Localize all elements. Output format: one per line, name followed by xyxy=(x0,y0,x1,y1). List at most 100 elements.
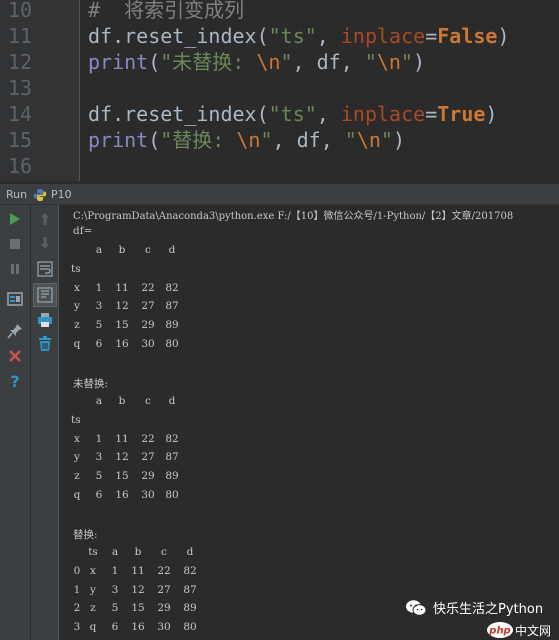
code-token: "ts" xyxy=(268,24,317,48)
table-cell: b xyxy=(134,546,142,558)
table-cell: q xyxy=(73,488,81,501)
table-cell: 27 xyxy=(157,583,171,596)
index-name: ts xyxy=(71,413,81,426)
help-icon[interactable]: ? xyxy=(5,371,25,391)
table-cell: 82 xyxy=(165,432,179,445)
code-token: ) xyxy=(485,102,498,126)
line-number-gutter: 10 11 12 13 14 15 16 xyxy=(0,0,80,181)
table-cell: ts xyxy=(88,546,98,558)
table-cell: 22 xyxy=(157,564,171,577)
table-cell: d xyxy=(168,244,176,256)
table-cell: 29 xyxy=(141,319,155,332)
php-logo-suffix: 中文网 xyxy=(515,623,551,638)
table-cell: 12 xyxy=(115,300,129,313)
pause-icon[interactable] xyxy=(5,259,25,279)
run-label: Run xyxy=(6,188,28,201)
table-cell: 6 xyxy=(95,488,103,501)
table-cell: z xyxy=(74,319,80,332)
run-tool-window-header: Run P10 xyxy=(0,183,559,205)
code-token: " xyxy=(344,128,357,152)
table-cell: 80 xyxy=(165,488,179,501)
table-cell: 22 xyxy=(141,432,155,445)
code-token: "替换: xyxy=(160,128,237,152)
code-token: df.reset_index( xyxy=(88,24,269,48)
table-cell: 30 xyxy=(157,621,171,634)
code-token: ( xyxy=(148,50,161,74)
table-cell: y xyxy=(74,300,80,313)
table-cell: 15 xyxy=(131,602,145,615)
trash-icon[interactable] xyxy=(35,334,55,354)
table-cell: 1 xyxy=(73,583,81,596)
table-cell: b xyxy=(118,244,126,256)
table-cell: 3 xyxy=(95,451,103,464)
table-cell: 12 xyxy=(115,451,129,464)
table-cell: 12 xyxy=(131,583,145,596)
print-icon[interactable] xyxy=(35,310,55,330)
watermark-text: 快乐生活之Python xyxy=(433,602,544,617)
line-number: 16 xyxy=(8,154,33,178)
down-arrow-icon[interactable] xyxy=(35,233,55,253)
table-cell: a xyxy=(95,244,103,256)
code-token: " xyxy=(260,128,273,152)
table-cell: 27 xyxy=(141,300,155,313)
table-cell: d xyxy=(186,546,194,558)
table-cell: 30 xyxy=(141,337,155,350)
code-token: , xyxy=(316,102,341,126)
table-cell: 16 xyxy=(115,337,129,350)
run-config-name[interactable]: P10 xyxy=(51,188,72,201)
code-line[interactable]: print("替换: \n", df, "\n") xyxy=(88,127,405,153)
table-cell: 6 xyxy=(111,621,119,634)
code-token: ) xyxy=(392,128,406,152)
console-output[interactable]: C:\ProgramData\Anaconda3\python.exe F:/【… xyxy=(60,205,559,640)
table-cell: 15 xyxy=(115,319,129,332)
code-token: , df, xyxy=(272,128,345,152)
up-arrow-icon[interactable] xyxy=(35,209,55,229)
dump-threads-icon[interactable] xyxy=(5,289,25,309)
table-cell: 82 xyxy=(183,564,197,577)
table-cell: 1 xyxy=(111,564,119,577)
table-cell: 89 xyxy=(183,602,197,615)
code-token: inplace xyxy=(340,102,426,126)
code-token: " xyxy=(280,50,293,74)
table-cell: x xyxy=(90,564,96,577)
command-line: C:\ProgramData\Anaconda3\python.exe F:/【… xyxy=(73,211,514,222)
code-line[interactable]: print("未替换: \n", df, "\n") xyxy=(88,49,425,75)
code-token: = xyxy=(425,24,438,48)
table-cell: 16 xyxy=(115,488,129,501)
scroll-to-end-icon[interactable] xyxy=(33,283,57,307)
code-token: inplace xyxy=(340,24,426,48)
soft-wrap-icon[interactable] xyxy=(35,259,55,279)
pin-icon[interactable] xyxy=(5,321,25,341)
code-token: \n xyxy=(356,128,381,152)
run-icon[interactable] xyxy=(5,209,25,229)
stop-icon[interactable] xyxy=(5,234,25,254)
table-cell: 22 xyxy=(141,281,155,294)
code-token: True xyxy=(437,102,486,126)
table-cell: 80 xyxy=(165,337,179,350)
code-token: = xyxy=(425,102,438,126)
python-icon xyxy=(33,189,47,201)
table-cell: 16 xyxy=(131,621,145,634)
table-cell: 89 xyxy=(165,319,179,332)
code-line[interactable]: # 将索引变成列 xyxy=(88,0,244,23)
table-cell: b xyxy=(118,395,126,407)
table-cell: q xyxy=(89,621,97,634)
code-token: " xyxy=(400,50,413,74)
php-logo: php 中文网 xyxy=(487,622,551,638)
table-cell: 29 xyxy=(141,470,155,483)
code-token: ( xyxy=(148,128,161,152)
code-editor[interactable]: 10 11 12 13 14 15 16 # 将索引变成列 df.reset_index("t… xyxy=(0,0,559,181)
table-cell: q xyxy=(73,337,81,350)
line-number: 11 xyxy=(8,24,33,48)
code-token: False xyxy=(437,24,498,48)
line-number: 13 xyxy=(8,76,33,100)
close-icon[interactable] xyxy=(5,346,25,366)
code-token: , df, xyxy=(292,50,365,74)
table-cell: y xyxy=(90,583,96,596)
code-line[interactable]: df.reset_index("ts", inplace=False) xyxy=(88,23,510,49)
line-number: 14 xyxy=(8,102,33,126)
table-cell: 80 xyxy=(183,621,197,634)
table-cell: 87 xyxy=(165,451,179,464)
table-cell: 3 xyxy=(95,300,103,313)
code-line[interactable]: df.reset_index("ts", inplace=True) xyxy=(88,101,497,127)
